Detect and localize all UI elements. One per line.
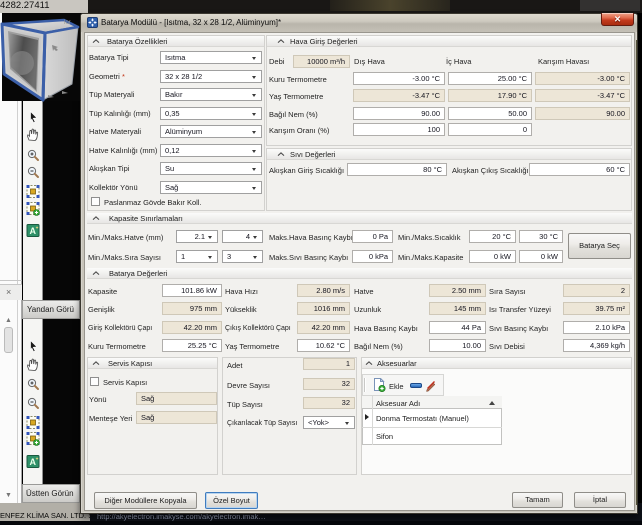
svg-text:lor: lor (64, 20, 71, 26)
